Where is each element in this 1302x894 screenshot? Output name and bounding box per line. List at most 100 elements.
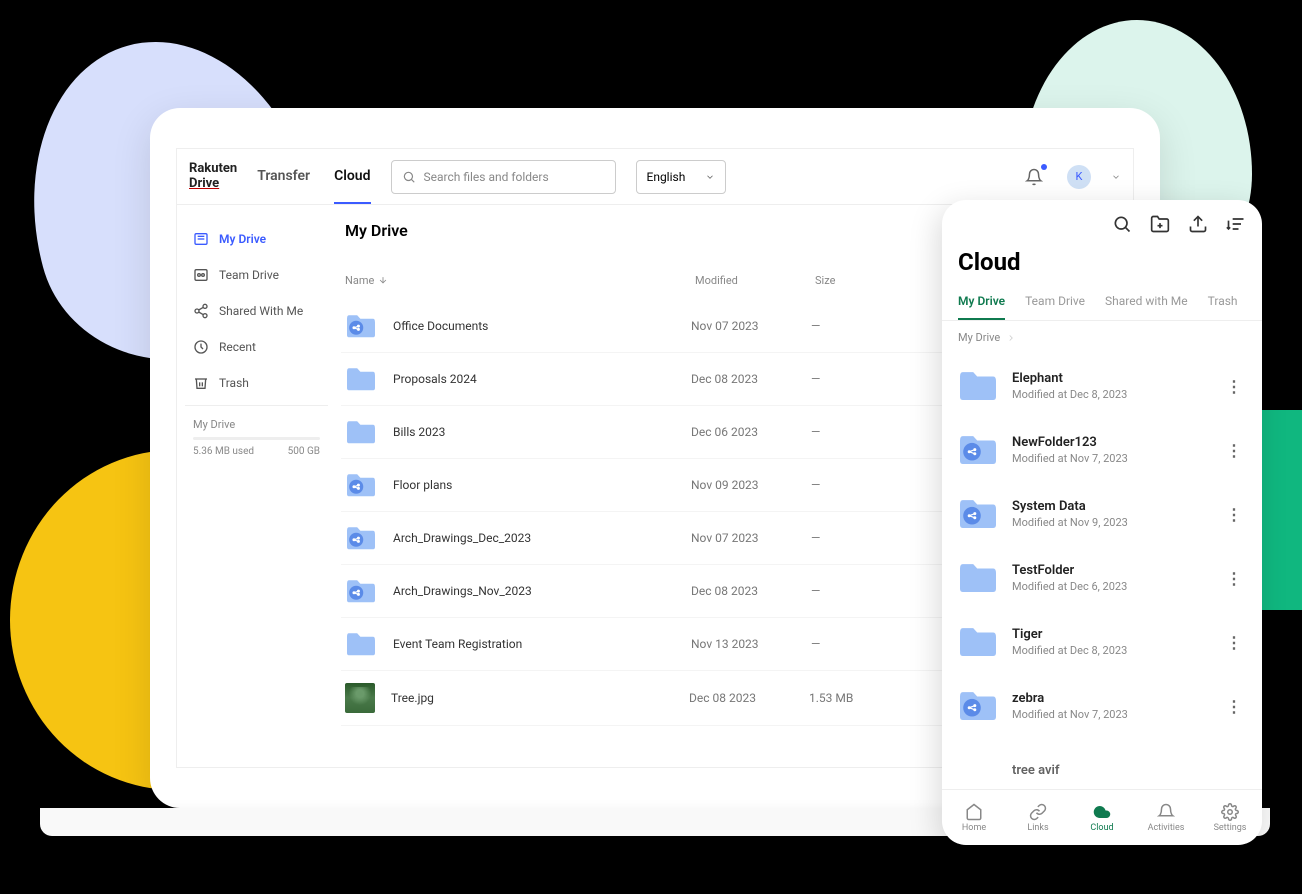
mobile-list-item[interactable]: System Data Modified at Nov 9, 2023 ⋮ <box>958 482 1246 546</box>
sidebar-item-label: Team Drive <box>219 268 279 282</box>
mobile-title: Cloud <box>942 248 1262 284</box>
file-size: — <box>811 319 820 333</box>
file-size: — <box>811 478 820 492</box>
user-avatar[interactable]: K <box>1067 165 1091 189</box>
drive-icon <box>193 231 209 247</box>
mobile-list-item[interactable]: TestFolderModified at Dec 6, 2023⋮ <box>958 546 1246 610</box>
folder-icon <box>345 312 377 340</box>
tab-cloud[interactable]: Cloud <box>334 150 370 204</box>
sort-arrow-icon <box>378 275 388 285</box>
file-size: — <box>811 372 820 386</box>
mobile-tab-team-drive[interactable]: Team Drive <box>1025 284 1085 320</box>
mobile-list-item[interactable]: TigerModified at Dec 8, 2023⋮ <box>958 610 1246 674</box>
file-size: — <box>811 637 820 651</box>
notifications-button[interactable] <box>1021 164 1047 190</box>
item-name: System Data <box>1012 499 1208 514</box>
sidebar-item-label: My Drive <box>219 232 266 246</box>
sidebar-item-recent[interactable]: Recent <box>185 329 328 365</box>
mobile-file-list: ElephantModified at Dec 8, 2023⋮NewFolde… <box>942 354 1262 789</box>
language-label: English <box>647 170 686 184</box>
app-logo: Rakuten Drive <box>189 162 237 191</box>
sidebar-item-trash[interactable]: Trash <box>185 365 328 401</box>
more-options-button[interactable]: ⋮ <box>1222 501 1246 528</box>
language-select[interactable]: English <box>636 160 726 194</box>
mobile-list-item[interactable]: Elephant Modified at Dec 8, 2023 ⋮ <box>958 354 1246 418</box>
sidebar-item-team-drive[interactable]: Team Drive <box>185 257 328 293</box>
file-icon <box>958 752 998 788</box>
link-icon <box>1029 803 1047 821</box>
folder-icon <box>345 471 377 499</box>
more-options-button[interactable]: ⋮ <box>1222 629 1246 656</box>
cloud-icon <box>1093 803 1111 821</box>
more-options-button[interactable]: ⋮ <box>1222 693 1246 720</box>
new-folder-icon[interactable] <box>1150 214 1170 234</box>
sidebar-item-shared[interactable]: Shared With Me <box>185 293 328 329</box>
storage-used: 5.36 MB used <box>193 446 254 457</box>
upload-icon[interactable] <box>1188 214 1208 234</box>
logo-line1: Rakuten <box>189 162 237 176</box>
more-options-button[interactable]: ⋮ <box>1222 565 1246 592</box>
file-name: Floor plans <box>393 478 691 492</box>
share-icon <box>193 303 209 319</box>
item-meta: Modified at Dec 8, 2023 <box>1012 644 1208 657</box>
file-size: — <box>811 425 820 439</box>
item-meta: Modified at Dec 6, 2023 <box>1012 580 1208 593</box>
home-icon <box>965 803 983 821</box>
nav-cloud[interactable]: Cloud <box>1070 790 1134 845</box>
folder-icon <box>958 368 998 404</box>
mobile-tab-trash[interactable]: Trash <box>1208 284 1238 320</box>
nav-home[interactable]: Home <box>942 790 1006 845</box>
mobile-tab-my-drive[interactable]: My Drive <box>958 284 1005 320</box>
search-input[interactable]: Search files and folders <box>391 160 616 194</box>
item-meta: Modified at Nov 9, 2023 <box>1012 516 1208 529</box>
folder-icon <box>345 365 377 393</box>
mobile-list-item[interactable]: NewFolder123Modified at Nov 7, 2023⋮ <box>958 418 1246 482</box>
file-modified: Dec 08 2023 <box>689 691 809 705</box>
item-meta: Modified at Nov 7, 2023 <box>1012 452 1208 465</box>
sidebar-item-label: Trash <box>219 376 249 390</box>
folder-icon <box>958 496 998 532</box>
mobile-frame: Cloud My Drive Team Drive Shared with Me… <box>942 200 1262 845</box>
column-modified-header[interactable]: Modified <box>695 274 815 287</box>
storage-info: My Drive 5.36 MB used 500 GB <box>185 405 328 469</box>
team-icon <box>193 267 209 283</box>
file-name: Arch_Drawings_Nov_2023 <box>393 584 691 598</box>
mobile-tabs: My Drive Team Drive Shared with Me Trash <box>942 284 1262 321</box>
item-meta: Modified at Dec 8, 2023 <box>1012 388 1208 401</box>
sidebar-item-label: Recent <box>219 340 256 354</box>
more-options-button[interactable]: ⋮ <box>1222 437 1246 464</box>
tab-transfer[interactable]: Transfer <box>257 150 310 204</box>
chevron-down-icon <box>705 172 715 182</box>
mobile-list-item[interactable]: tree avif <box>958 738 1246 789</box>
storage-total: 500 GB <box>288 446 320 457</box>
sidebar: My Drive Team Drive Shared With Me Recen… <box>177 205 337 767</box>
item-name: Elephant <box>1012 371 1208 386</box>
folder-icon <box>958 432 998 468</box>
file-name: Arch_Drawings_Dec_2023 <box>393 531 691 545</box>
bell-icon <box>1157 803 1175 821</box>
app-header: Rakuten Drive Transfer Cloud Search file… <box>177 149 1133 205</box>
file-size: 1.53 MB <box>809 691 853 705</box>
sidebar-item-my-drive[interactable]: My Drive <box>185 221 328 257</box>
more-options-button[interactable]: ⋮ <box>1222 373 1246 400</box>
mobile-tab-shared[interactable]: Shared with Me <box>1105 284 1188 320</box>
mobile-list-item[interactable]: zebraModified at Nov 7, 2023⋮ <box>958 674 1246 738</box>
file-size: — <box>811 584 820 598</box>
column-name-header[interactable]: Name <box>345 274 695 287</box>
mobile-toolbar <box>942 200 1262 248</box>
folder-icon <box>958 688 998 724</box>
file-modified: Dec 08 2023 <box>691 372 811 386</box>
search-icon <box>402 170 416 184</box>
sort-icon[interactable] <box>1226 214 1246 234</box>
nav-settings[interactable]: Settings <box>1198 790 1262 845</box>
storage-title: My Drive <box>193 418 320 431</box>
nav-activities[interactable]: Activities <box>1134 790 1198 845</box>
nav-links[interactable]: Links <box>1006 790 1070 845</box>
avatar-chevron-icon[interactable] <box>1111 172 1121 182</box>
file-name: Office Documents <box>393 319 691 333</box>
mobile-breadcrumb[interactable]: My Drive <box>942 321 1262 354</box>
file-name: Proposals 2024 <box>393 372 691 386</box>
file-modified: Dec 06 2023 <box>691 425 811 439</box>
search-icon[interactable] <box>1112 214 1132 234</box>
trash-icon <box>193 375 209 391</box>
